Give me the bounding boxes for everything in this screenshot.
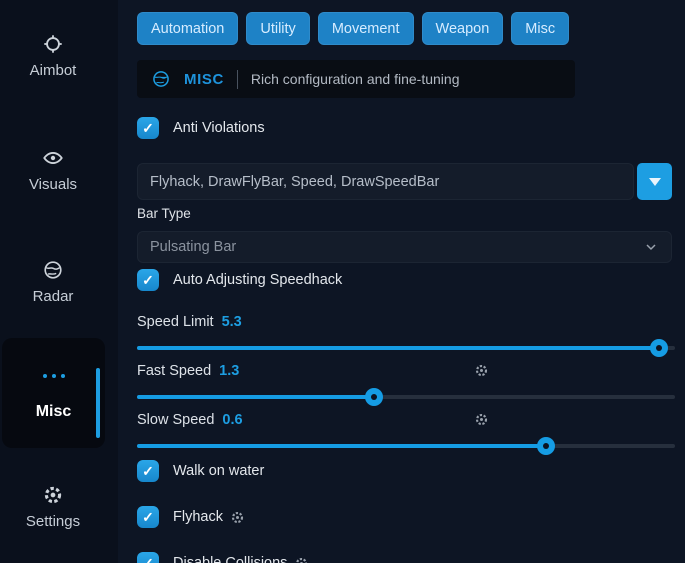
slider-value: 0.6: [222, 412, 242, 428]
globe-icon: [151, 69, 171, 89]
slider-value: 1.3: [219, 363, 239, 379]
slider-group-speed-limit: Speed Limit 5.3: [137, 313, 675, 357]
sidebar-item-settings[interactable]: Settings: [0, 484, 106, 530]
bar-multiselect-input[interactable]: Flyhack, DrawFlyBar, Speed, DrawSpeedBar: [137, 163, 634, 200]
checkbox-icon[interactable]: [137, 552, 159, 563]
slider-track-fill: [137, 444, 546, 448]
sidebar-item-label: Aimbot: [30, 62, 77, 79]
checkbox-label: Flyhack: [173, 509, 223, 525]
bar-multiselect-open-button[interactable]: [637, 163, 672, 200]
checkbox-row-walk-on-water[interactable]: Walk on water: [137, 459, 675, 483]
gear-icon[interactable]: [294, 556, 309, 563]
slider-label: Fast Speed: [137, 363, 211, 379]
fast-speed-slider[interactable]: [137, 388, 675, 406]
section-subtitle: Rich configuration and fine-tuning: [251, 71, 460, 87]
section-header: MISC Rich configuration and fine-tuning: [137, 60, 575, 98]
slider-label: Slow Speed: [137, 412, 214, 428]
checkbox-label: Walk on water: [173, 463, 264, 479]
bar-type-dropdown[interactable]: Pulsating Bar: [137, 231, 672, 263]
section-title: MISC: [184, 71, 224, 88]
tab-movement[interactable]: Movement: [318, 12, 414, 45]
checkbox-label: Anti Violations: [173, 120, 265, 136]
slider-group-slow-speed: Slow Speed 0.6: [137, 411, 675, 455]
slider-label: Speed Limit: [137, 314, 214, 330]
checkbox-row-disable-collisions[interactable]: Disable Collisions: [137, 551, 675, 563]
header-divider: [237, 70, 238, 89]
ellipsis-icon: [43, 365, 65, 387]
checkbox-row-auto-adjusting-speedhack[interactable]: Auto Adjusting Speedhack: [137, 268, 675, 292]
speed-limit-slider[interactable]: [137, 339, 675, 357]
category-tabs: Automation Utility Movement Weapon Misc: [137, 12, 675, 45]
eye-icon: [42, 147, 64, 169]
crosshair-icon: [42, 33, 64, 55]
slider-value: 5.3: [222, 314, 242, 330]
gear-icon: [42, 484, 64, 506]
sidebar-item-misc[interactable]: Misc: [2, 338, 105, 448]
selected-indicator-bar: [96, 368, 100, 438]
sidebar-item-radar[interactable]: Radar: [0, 259, 106, 305]
checkbox-icon[interactable]: [137, 117, 159, 139]
checkbox-row-anti-violations[interactable]: Anti Violations: [137, 116, 675, 140]
sidebar-item-label: Settings: [26, 513, 80, 530]
sidebar-item-aimbot[interactable]: Aimbot: [0, 33, 106, 79]
chevron-down-icon: [643, 239, 659, 255]
triangle-down-icon: [648, 176, 662, 188]
sidebar-item-label: Misc: [36, 403, 72, 421]
checkbox-icon[interactable]: [137, 506, 159, 528]
main-panel: Automation Utility Movement Weapon Misc …: [118, 0, 685, 563]
sidebar-item-label: Visuals: [29, 176, 77, 193]
bar-multiselect-row: Flyhack, DrawFlyBar, Speed, DrawSpeedBar: [137, 163, 672, 200]
slider-handle[interactable]: [365, 388, 383, 406]
bar-type-label: Bar Type: [137, 206, 675, 222]
slider-track-fill: [137, 346, 659, 350]
checkbox-icon[interactable]: [137, 460, 159, 482]
checkbox-icon[interactable]: [137, 269, 159, 291]
sidebar-item-label: Radar: [33, 288, 74, 305]
tab-misc[interactable]: Misc: [511, 12, 569, 45]
sidebar: Aimbot Visuals Radar Mi: [0, 0, 118, 563]
slow-speed-slider[interactable]: [137, 437, 675, 455]
gear-icon[interactable]: [230, 510, 245, 525]
sidebar-item-visuals[interactable]: Visuals: [0, 147, 106, 193]
slider-track-fill: [137, 395, 374, 399]
tab-utility[interactable]: Utility: [246, 12, 309, 45]
tab-weapon[interactable]: Weapon: [422, 12, 504, 45]
gear-icon[interactable]: [474, 363, 489, 382]
slider-handle[interactable]: [537, 437, 555, 455]
cheat-menu-window: Aimbot Visuals Radar Mi: [0, 0, 685, 563]
bar-type-value: Pulsating Bar: [150, 239, 236, 255]
globe-icon: [42, 259, 64, 281]
checkbox-row-flyhack[interactable]: Flyhack: [137, 505, 675, 529]
checkbox-label: Disable Collisions: [173, 555, 287, 563]
slider-handle[interactable]: [650, 339, 668, 357]
slider-group-fast-speed: Fast Speed 1.3: [137, 362, 675, 406]
tab-automation[interactable]: Automation: [137, 12, 238, 45]
gear-icon[interactable]: [474, 412, 489, 431]
bar-multiselect-value: Flyhack, DrawFlyBar, Speed, DrawSpeedBar: [150, 174, 439, 190]
checkbox-label: Auto Adjusting Speedhack: [173, 272, 342, 288]
